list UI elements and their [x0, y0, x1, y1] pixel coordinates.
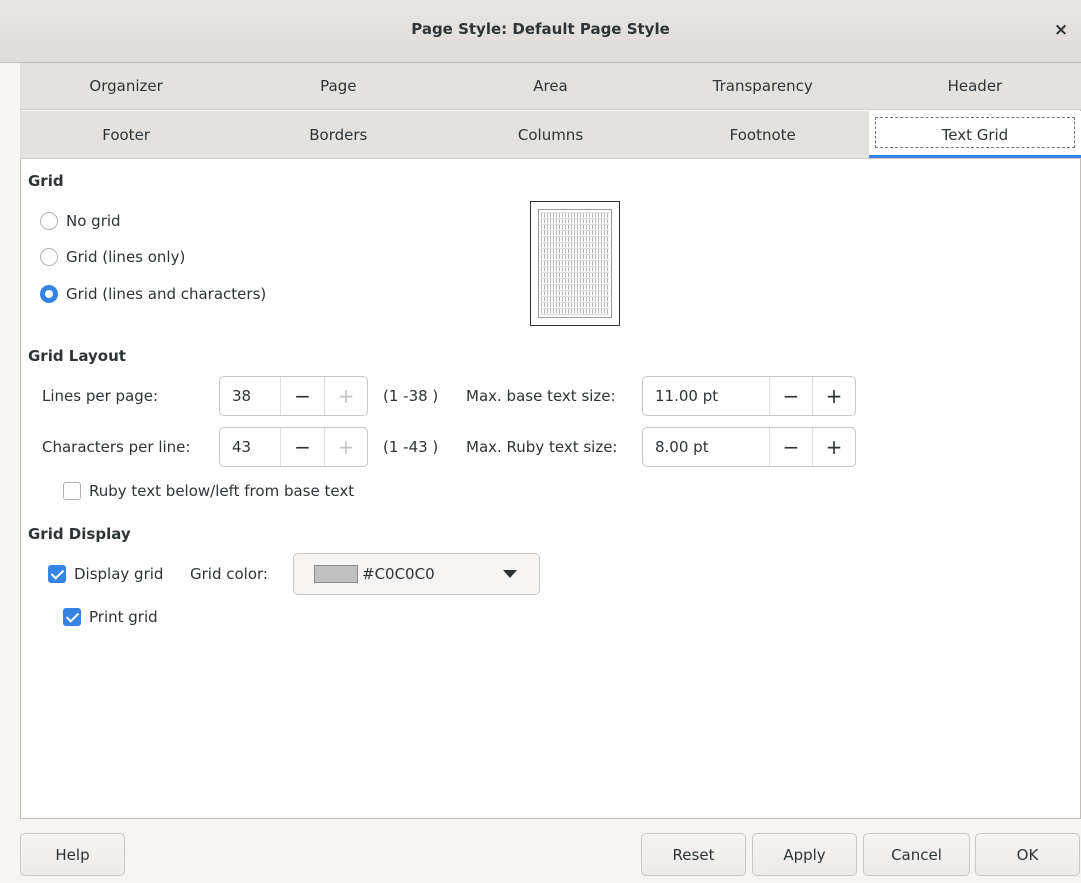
preview-page [538, 209, 612, 318]
max-ruby-text-size-spinbox[interactable]: 8.00 pt − + [642, 427, 856, 467]
tab-row-1: Organizer Page Area Transparency Header [20, 63, 1081, 110]
tab-columns[interactable]: Columns [444, 111, 656, 158]
tab-area[interactable]: Area [444, 63, 656, 109]
max-ruby-text-size-value[interactable]: 8.00 pt [643, 428, 769, 466]
tab-borders[interactable]: Borders [232, 111, 444, 158]
checkbox-indicator-checked [48, 565, 66, 583]
grid-preview [530, 201, 620, 326]
chars-increment-button[interactable]: + [324, 428, 367, 466]
ruby-decrement-button[interactable]: − [769, 428, 812, 466]
lines-decrement-button[interactable]: − [280, 377, 324, 415]
radio-grid-lines-and-characters[interactable]: Grid (lines and characters) [40, 285, 266, 303]
section-grid: Grid [28, 172, 64, 190]
characters-per-line-label: Characters per line: [42, 438, 191, 456]
tab-page[interactable]: Page [232, 63, 444, 109]
characters-per-line-spinbox[interactable]: 43 − + [219, 427, 368, 467]
base-decrement-button[interactable]: − [769, 377, 812, 415]
tab-footnote[interactable]: Footnote [657, 111, 869, 158]
cancel-button[interactable]: Cancel [863, 833, 970, 876]
radio-indicator [40, 248, 58, 266]
lines-per-page-spinbox[interactable]: 38 − + [219, 376, 368, 416]
ruby-below-checkbox[interactable]: Ruby text below/left from base text [63, 482, 354, 500]
display-grid-checkbox[interactable]: Display grid [48, 565, 163, 583]
tab-text-grid[interactable]: Text Grid [868, 111, 1081, 158]
apply-button[interactable]: Apply [752, 833, 857, 876]
section-grid-layout: Grid Layout [28, 347, 126, 365]
max-ruby-text-size-label: Max. Ruby text size: [466, 438, 618, 456]
lines-per-page-label: Lines per page: [42, 387, 159, 405]
dropdown-arrow-icon [503, 570, 517, 578]
grid-color-value: #C0C0C0 [362, 565, 435, 583]
checkbox-indicator-checked [63, 608, 81, 626]
reset-button[interactable]: Reset [641, 833, 746, 876]
window-title: Page Style: Default Page Style [411, 20, 670, 38]
ok-button[interactable]: OK [975, 833, 1080, 876]
radio-grid-lines-only[interactable]: Grid (lines only) [40, 248, 185, 266]
print-grid-checkbox[interactable]: Print grid [63, 608, 158, 626]
lines-per-page-value[interactable]: 38 [220, 377, 280, 415]
title-bar: Page Style: Default Page Style × [0, 0, 1081, 63]
section-grid-display: Grid Display [28, 525, 131, 543]
max-base-text-size-label: Max. base text size: [466, 387, 616, 405]
grid-color-label: Grid color: [190, 565, 268, 583]
characters-per-line-value[interactable]: 43 [220, 428, 280, 466]
help-button[interactable]: Help [20, 833, 125, 876]
base-increment-button[interactable]: + [812, 377, 855, 415]
checkbox-indicator [63, 482, 81, 500]
tab-header[interactable]: Header [869, 63, 1081, 109]
radio-indicator-selected [40, 285, 58, 303]
tab-row-2: Footer Borders Columns Footnote Text Gri… [20, 111, 1081, 159]
tab-footer[interactable]: Footer [20, 111, 232, 158]
tab-organizer[interactable]: Organizer [20, 63, 232, 109]
tab-transparency[interactable]: Transparency [657, 63, 869, 109]
radio-no-grid[interactable]: No grid [40, 212, 121, 230]
max-base-text-size-spinbox[interactable]: 11.00 pt − + [642, 376, 856, 416]
chars-range: (1 -43 ) [383, 438, 439, 456]
color-swatch [314, 565, 358, 583]
lines-range: (1 -38 ) [383, 387, 439, 405]
grid-color-dropdown[interactable]: #C0C0C0 [293, 553, 540, 595]
max-base-text-size-value[interactable]: 11.00 pt [643, 377, 769, 415]
lines-increment-button[interactable]: + [324, 377, 367, 415]
close-button[interactable]: × [1049, 18, 1073, 42]
chars-decrement-button[interactable]: − [280, 428, 324, 466]
radio-indicator [40, 212, 58, 230]
ruby-increment-button[interactable]: + [812, 428, 855, 466]
